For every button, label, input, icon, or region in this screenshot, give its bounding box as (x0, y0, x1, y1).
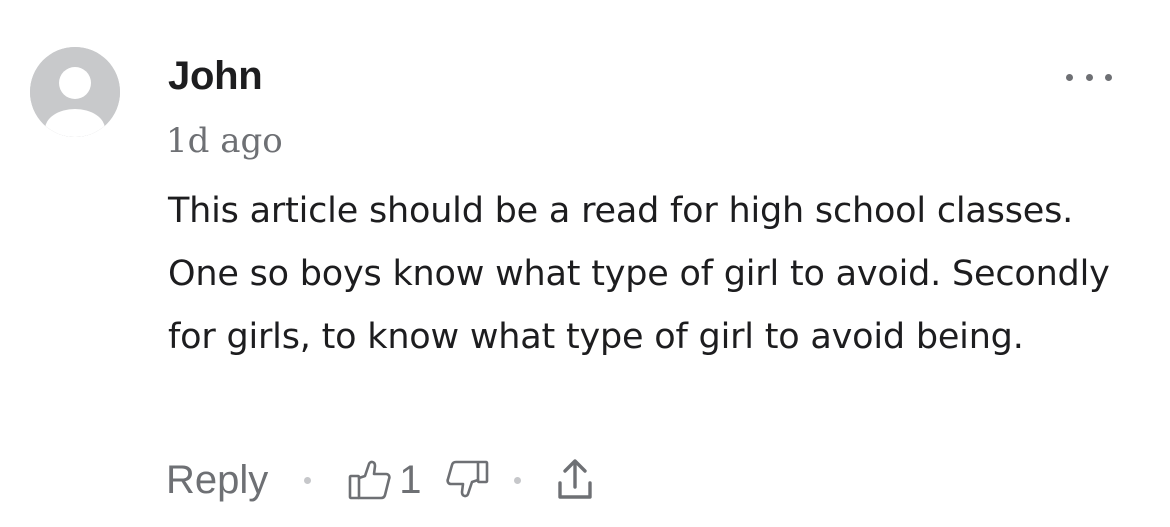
more-horizontal-icon (1066, 73, 1073, 81)
more-options-button[interactable] (1066, 62, 1112, 92)
share-icon (557, 459, 592, 499)
avatar[interactable] (30, 47, 120, 137)
dislike-button[interactable] (444, 458, 490, 502)
comment-card: John 1d ago This article should be a rea… (0, 0, 1170, 527)
share-button[interactable] (555, 457, 595, 503)
comment-author[interactable]: John (168, 52, 263, 100)
comment-body: This article should be a read for high s… (168, 191, 1110, 357)
like-count: 1 (399, 458, 422, 502)
more-horizontal-icon (1105, 73, 1112, 81)
separator-dot (304, 476, 312, 484)
more-horizontal-icon (1085, 73, 1093, 81)
like-button[interactable]: 1 (347, 452, 443, 508)
comment-timestamp: 1d ago (166, 121, 283, 161)
separator-dot (513, 476, 521, 484)
reply-button[interactable]: Reply (166, 452, 268, 508)
comment-actions: Reply 1 (166, 452, 595, 508)
user-avatar-icon (30, 47, 120, 137)
thumbs-up-icon (348, 460, 391, 500)
thumbs-down-icon (445, 460, 488, 498)
